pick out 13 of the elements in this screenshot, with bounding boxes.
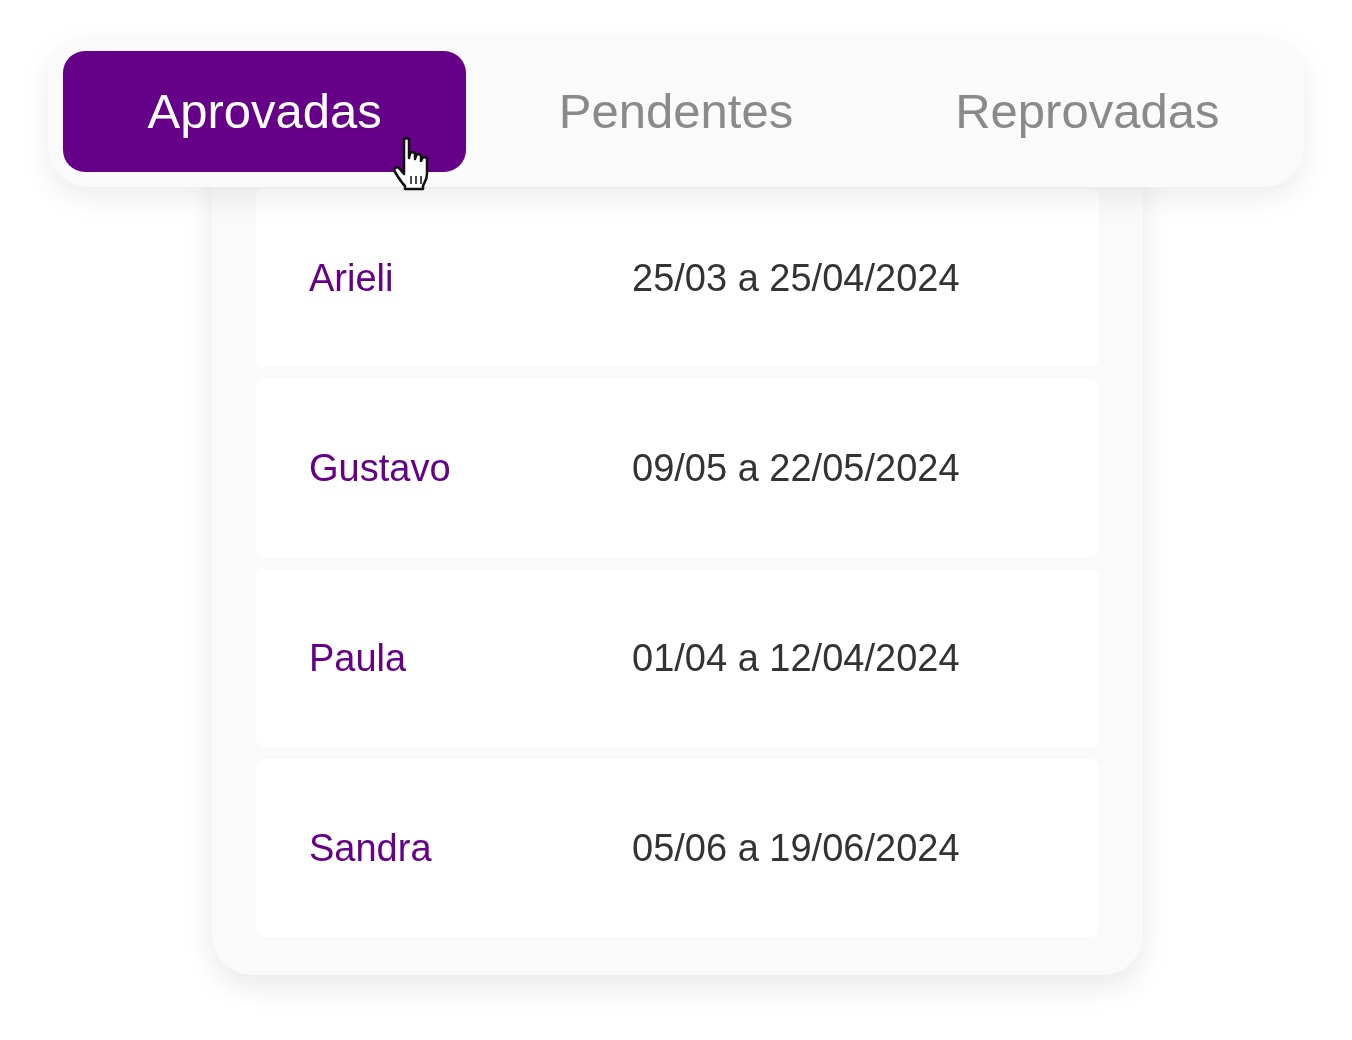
date-range: 05/06 a 19/06/2024 — [632, 825, 960, 871]
employee-name: Gustavo — [309, 445, 452, 491]
date-range: 01/04 a 12/04/2024 — [632, 635, 960, 681]
employee-name: Paula — [309, 635, 408, 681]
request-row[interactable]: Sandra 05/06 a 19/06/2024 — [256, 759, 1099, 937]
request-row[interactable]: Paula 01/04 a 12/04/2024 — [256, 569, 1099, 747]
request-row[interactable]: Arieli 25/03 a 25/04/2024 — [256, 189, 1099, 367]
employee-name: Sandra — [309, 825, 433, 871]
date-range: 25/03 a 25/04/2024 — [632, 255, 960, 301]
request-row[interactable]: Gustavo 09/05 a 22/05/2024 — [256, 379, 1099, 557]
tab[interactable]: Aprovadas — [63, 51, 467, 172]
employee-name: Arieli — [309, 255, 395, 301]
date-range: 09/05 a 22/05/2024 — [632, 445, 960, 491]
